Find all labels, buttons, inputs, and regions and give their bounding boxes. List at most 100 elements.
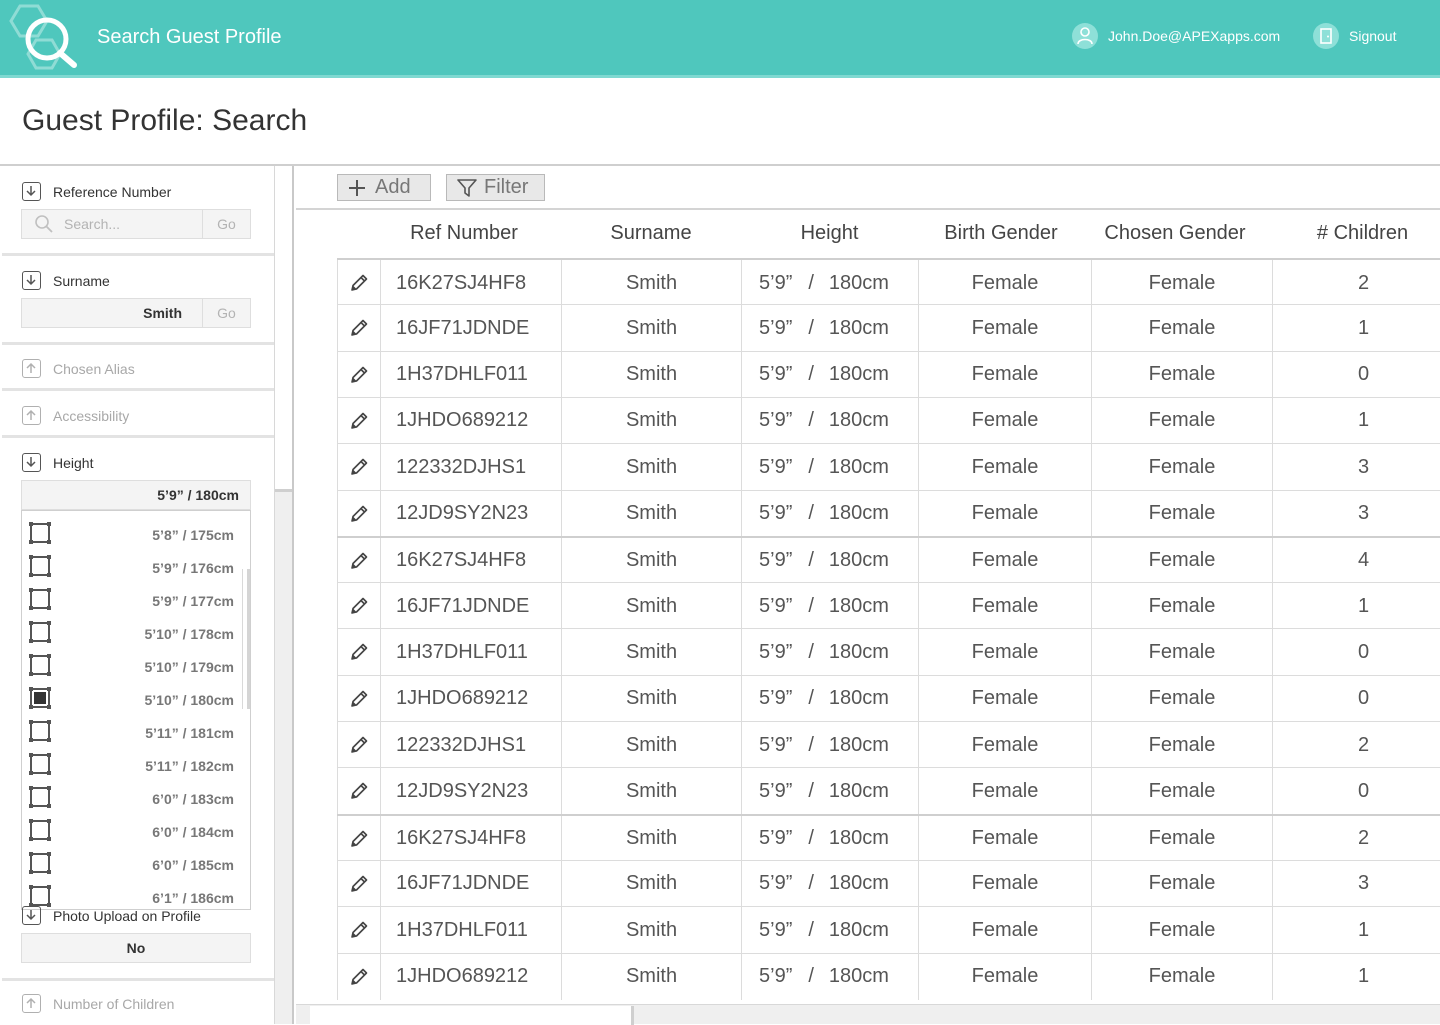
checkbox-icon[interactable]: [29, 522, 51, 544]
cell-chosen-gender: Female: [1091, 305, 1272, 352]
table-row[interactable]: 16K27SJ4HF8 Smith 5’9”/180cm Female Female 2: [337, 813, 1440, 862]
cell-children: 1: [1272, 583, 1440, 630]
surname-input[interactable]: Smith: [22, 299, 202, 327]
facet-chosen-alias[interactable]: Chosen Alias: [22, 359, 135, 378]
height-option[interactable]: 5’10” / 178cm: [22, 613, 244, 646]
table-row[interactable]: 16JF71JDNDE Smith 5’9”/180cm Female Female 1: [337, 582, 1440, 630]
facet-accessibility[interactable]: Accessibility: [22, 406, 129, 425]
height-option[interactable]: 5’10” / 179cm: [22, 646, 244, 679]
cell-height: 5’9” / 180cm: [741, 860, 918, 907]
collapse-arrow-icon: [22, 182, 41, 201]
checkbox-icon[interactable]: [29, 885, 51, 907]
checkbox-icon[interactable]: [29, 720, 51, 742]
edit-pencil-icon[interactable]: [337, 583, 380, 630]
table-row[interactable]: 16K27SJ4HF8 Smith 5’9”/180cm Female Female 2: [337, 258, 1440, 306]
column-header-height[interactable]: Height: [741, 222, 918, 252]
cell-children: 3: [1272, 860, 1440, 907]
height-separator: /: [808, 594, 814, 617]
cell-surname: Smith: [561, 490, 741, 537]
signout-button[interactable]: Signout: [1313, 23, 1396, 49]
edit-pencil-icon[interactable]: [337, 815, 380, 862]
height-metric: 180cm: [828, 549, 889, 572]
add-button[interactable]: Add: [337, 174, 431, 201]
edit-pencil-icon[interactable]: [337, 537, 380, 584]
surname-go-button[interactable]: Go: [202, 299, 250, 327]
table-horizontal-scrollbar[interactable]: [296, 1004, 1440, 1025]
cell-chosen-gender: Female: [1091, 537, 1272, 584]
table-row[interactable]: 1H37DHLF011 Smith 5’9”/180cm Female Female 0: [337, 628, 1440, 676]
user-account[interactable]: John.Doe@APEXapps.com: [1072, 23, 1280, 49]
table-scrollbar-thumb[interactable]: [310, 1006, 634, 1025]
checkbox-icon[interactable]: [29, 819, 51, 841]
filter-button-label: Filter: [484, 176, 529, 198]
table-row[interactable]: 1JHDO689212 Smith 5’9”/180cm Female Female 1: [337, 952, 1440, 1000]
checkbox-icon[interactable]: [29, 588, 51, 610]
edit-pencil-icon[interactable]: [337, 351, 380, 398]
reference-go-button[interactable]: Go: [202, 210, 250, 238]
checkbox-icon[interactable]: [29, 852, 51, 874]
facet-height[interactable]: Height: [22, 453, 93, 472]
edit-pencil-icon[interactable]: [337, 397, 380, 444]
height-option[interactable]: 5’8” / 175cm: [22, 514, 244, 547]
height-option[interactable]: 6’0” / 183cm: [22, 778, 244, 811]
height-option[interactable]: 6’0” / 185cm: [22, 844, 244, 877]
cell-birth-gender: Female: [918, 537, 1091, 584]
sidebar-scrollbar-thumb[interactable]: [275, 166, 292, 492]
column-header-ref-number[interactable]: Ref Number: [380, 222, 548, 252]
photo-upload-select[interactable]: No: [21, 933, 251, 963]
checkbox-icon[interactable]: [29, 786, 51, 808]
edit-pencil-icon[interactable]: [337, 490, 380, 537]
table-row[interactable]: 16K27SJ4HF8 Smith 5’9”/180cm Female Female 4: [337, 535, 1440, 584]
checkbox-icon[interactable]: [29, 654, 51, 676]
table-row[interactable]: 16JF71JDNDE Smith 5’9”/180cm Female Female 1: [337, 304, 1440, 352]
table-row[interactable]: 12JD9SY2N23 Smith 5’9”/180cm Female Female 0: [337, 767, 1440, 815]
column-header-children[interactable]: # Children: [1290, 222, 1435, 252]
cell-surname: Smith: [561, 583, 741, 630]
table-row[interactable]: 122332DJHS1 Smith 5’9”/180cm Female Female 3: [337, 443, 1440, 491]
table-row[interactable]: 122332DJHS1 Smith 5’9”/180cm Female Female 2: [337, 721, 1440, 768]
height-imperial: 5’9”: [759, 965, 793, 987]
checkbox-icon[interactable]: [29, 621, 51, 643]
edit-pencil-icon[interactable]: [337, 675, 380, 722]
reference-search-input[interactable]: Search...: [22, 210, 202, 238]
edit-pencil-icon[interactable]: [337, 305, 380, 352]
table-row[interactable]: 1H37DHLF011 Smith 5’9”/180cm Female Female 1: [337, 906, 1440, 954]
table-row[interactable]: 1JHDO689212 Smith 5’9”/180cm Female Female 0: [337, 674, 1440, 722]
table-row[interactable]: 12JD9SY2N23 Smith 5’9”/180cm Female Female 3: [337, 489, 1440, 537]
edit-pencil-icon[interactable]: [337, 260, 380, 306]
cell-height: 5’9” / 180cm: [741, 490, 918, 537]
checked-checkbox-icon[interactable]: [29, 687, 51, 709]
edit-pencil-icon[interactable]: [337, 444, 380, 491]
facet-photo-upload[interactable]: Photo Upload on Profile: [22, 906, 201, 925]
facet-number-of-children[interactable]: Number of Children: [22, 994, 174, 1013]
height-option[interactable]: 5’11” / 182cm: [22, 745, 244, 778]
column-header-chosen-gender[interactable]: Chosen Gender: [1091, 222, 1259, 252]
filter-button[interactable]: Filter: [446, 174, 545, 201]
height-select[interactable]: 5’9” / 180cm: [21, 480, 251, 510]
edit-pencil-icon[interactable]: [337, 907, 380, 954]
column-header-birth-gender[interactable]: Birth Gender: [918, 222, 1084, 252]
facet-surname[interactable]: Surname: [22, 271, 110, 290]
checkbox-icon[interactable]: [29, 555, 51, 577]
cell-children: 2: [1272, 260, 1440, 306]
height-option[interactable]: 5’9” / 176cm: [22, 547, 244, 580]
table-row[interactable]: 16JF71JDNDE Smith 5’9”/180cm Female Female 3: [337, 859, 1440, 907]
height-option[interactable]: 5’11” / 181cm: [22, 712, 244, 745]
edit-pencil-icon[interactable]: [337, 953, 380, 1000]
height-option[interactable]: 5’10” / 180cm: [22, 679, 244, 712]
facet-reference-number[interactable]: Reference Number: [22, 182, 171, 201]
height-option[interactable]: 5’9” / 177cm: [22, 580, 244, 613]
height-option[interactable]: 6’0” / 184cm: [22, 811, 244, 844]
checkbox-icon[interactable]: [29, 753, 51, 775]
height-metric: 180cm: [828, 271, 889, 294]
height-metric: 180cm: [828, 594, 889, 617]
edit-pencil-icon[interactable]: [337, 722, 380, 768]
column-header-surname[interactable]: Surname: [561, 222, 741, 252]
edit-pencil-icon[interactable]: [337, 860, 380, 907]
sidebar-scrollbar[interactable]: [274, 166, 294, 1024]
cell-chosen-gender: Female: [1091, 629, 1272, 676]
table-row[interactable]: 1H37DHLF011 Smith 5’9”/180cm Female Female 0: [337, 350, 1440, 398]
table-row[interactable]: 1JHDO689212 Smith 5’9”/180cm Female Female 1: [337, 396, 1440, 444]
edit-pencil-icon[interactable]: [337, 629, 380, 676]
edit-pencil-icon[interactable]: [337, 768, 380, 815]
